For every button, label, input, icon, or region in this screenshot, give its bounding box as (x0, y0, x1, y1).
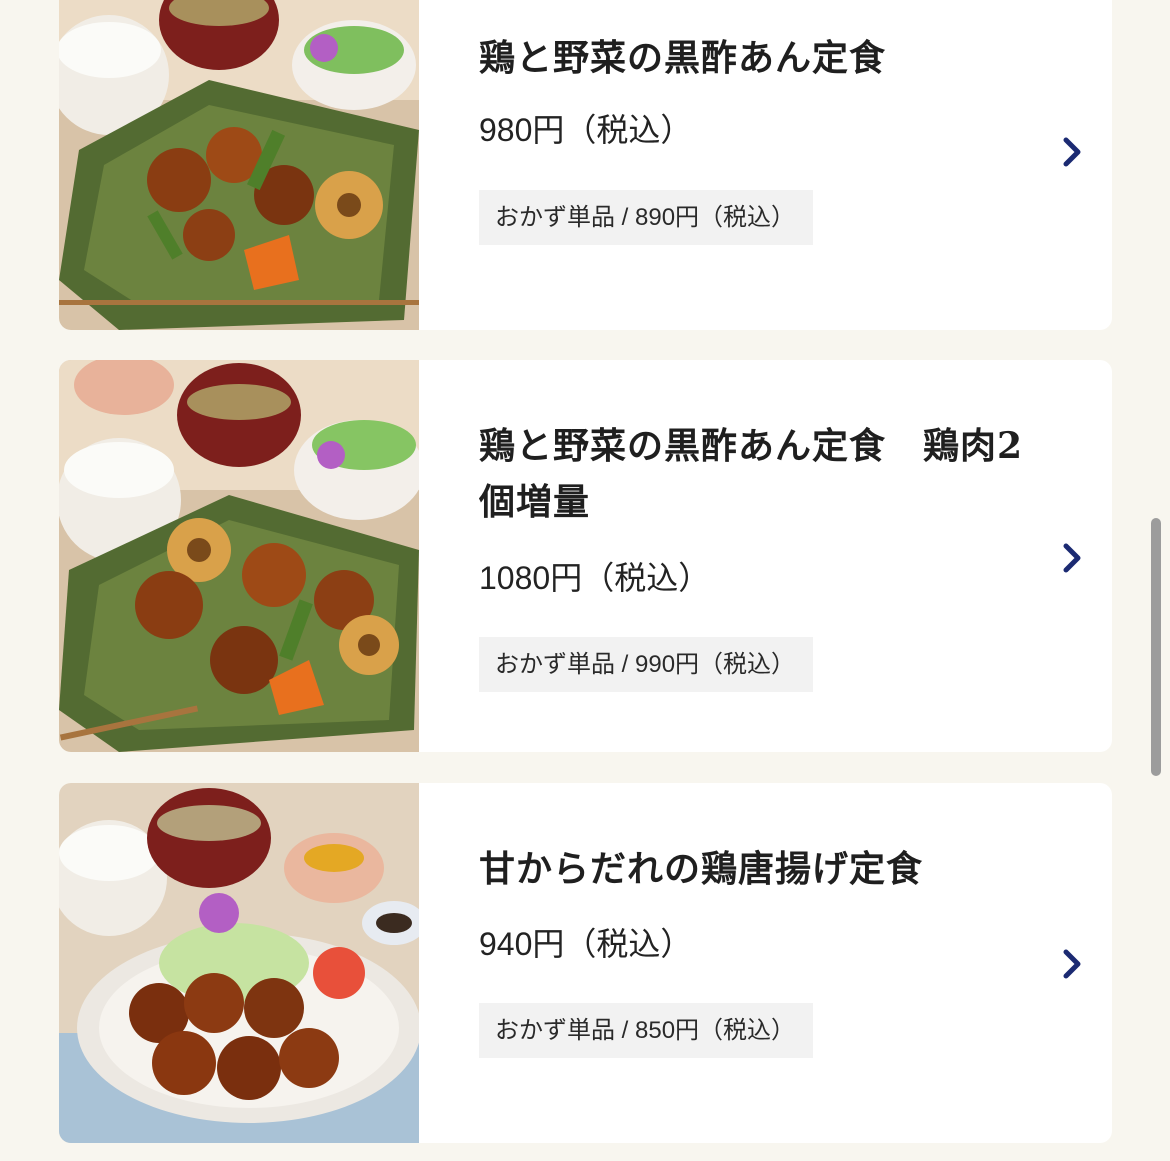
menu-item-title: 鶏と野菜の黒酢あん定食 鶏肉2個増量 (479, 425, 1024, 523)
menu-item-card[interactable]: 甘からだれの鶏唐揚げ定食 940円（税込） おかず単品 / 850円（税込） (59, 783, 1112, 1143)
food-photo (59, 783, 419, 1143)
menu-item-price: 980円（税込） (479, 112, 693, 148)
chevron-right-icon[interactable] (1059, 541, 1085, 575)
menu-item-card[interactable]: 鶏と野菜の黒酢あん定食 鶏肉2個増量 1080円（税込） おかず単品 / 990… (59, 360, 1112, 752)
menu-item-title: 甘からだれの鶏唐揚げ定食 (479, 848, 924, 890)
menu-item-price: 1080円（税込） (479, 560, 711, 596)
menu-item-card[interactable]: 鶏と野菜の黒酢あん定食 980円（税込） おかず単品 / 890円（税込） (59, 0, 1112, 330)
scrollbar[interactable] (1151, 518, 1161, 776)
chevron-right-icon[interactable] (1059, 947, 1085, 981)
menu-item-price: 940円（税込） (479, 926, 693, 962)
food-photo (59, 0, 419, 330)
single-item-price-badge: おかず単品 / 890円（税込） (479, 190, 813, 245)
menu-item-title: 鶏と野菜の黒酢あん定食 (479, 37, 887, 79)
food-photo (59, 360, 419, 752)
chevron-right-icon[interactable] (1059, 135, 1085, 169)
single-item-price-badge: おかず単品 / 850円（税込） (479, 1003, 813, 1058)
single-item-price-badge: おかず単品 / 990円（税込） (479, 637, 813, 692)
menu-list: 鶏と野菜の黒酢あん定食 980円（税込） おかず単品 / 890円（税込） 鶏と… (0, 0, 1170, 1161)
